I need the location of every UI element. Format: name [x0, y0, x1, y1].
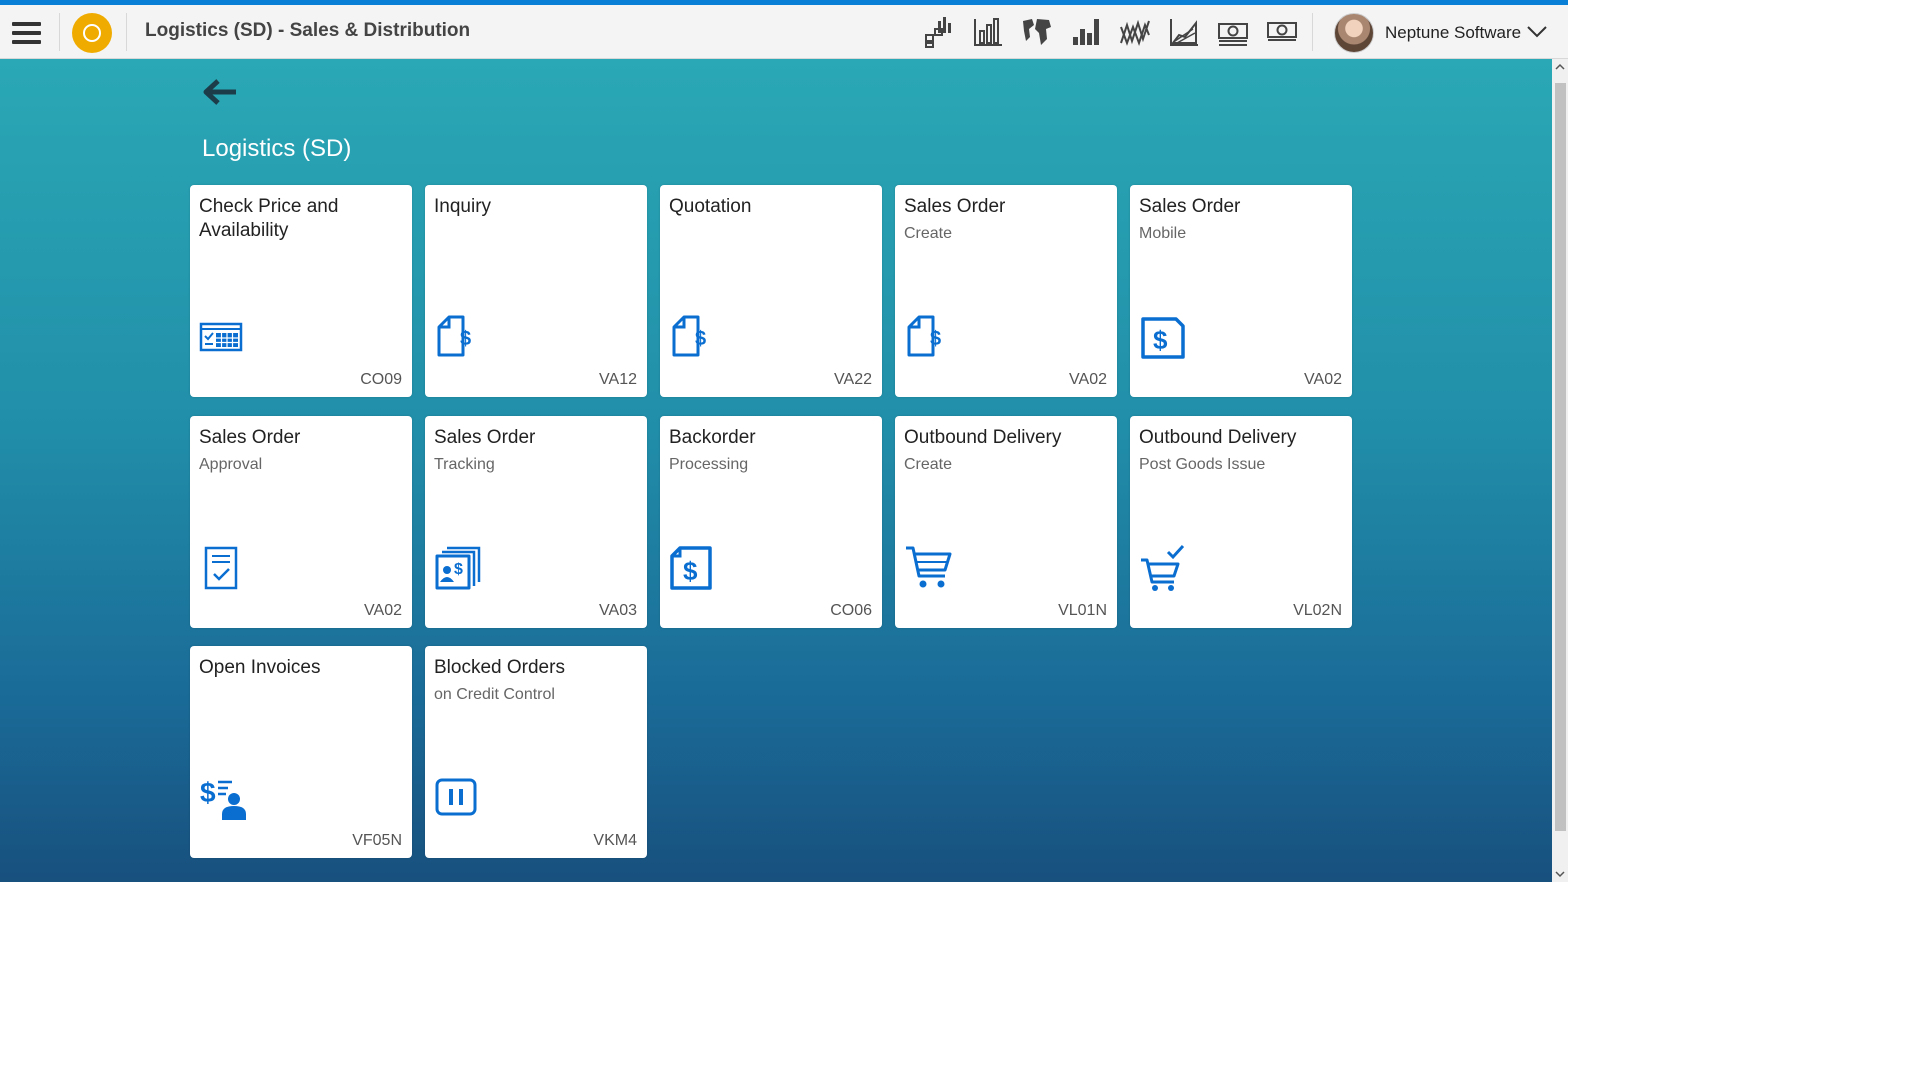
shell-header: Logistics (SD) - Sales & Distribution Ne… — [0, 5, 1568, 59]
document-dollar-icon: $ — [672, 315, 706, 357]
tile-title: Check Price and Availability — [199, 196, 339, 241]
tile-title: Blocked Orders — [434, 657, 565, 678]
launchpad-content: Logistics (SD) Check Price and Availabil… — [0, 59, 1552, 882]
svg-text:$: $ — [1153, 325, 1168, 355]
area-chart-icon[interactable] — [1167, 15, 1201, 49]
document-dollar-icon: $ — [907, 315, 941, 357]
cart-icon — [906, 546, 952, 588]
svg-text:$: $ — [930, 328, 941, 350]
scroll-up-icon[interactable] — [1555, 62, 1565, 72]
tile-code: VA12 — [599, 371, 637, 388]
line-chart-icon[interactable] — [1118, 15, 1152, 49]
tile-title: Outbound Delivery — [1139, 427, 1297, 448]
tile-subtitle: Approval — [199, 456, 263, 473]
pause-icon — [435, 778, 477, 816]
money-icon[interactable] — [1216, 15, 1250, 49]
tile-outbound-delivery-pgi[interactable]: Outbound Delivery Post Goods Issue VL02N — [1130, 416, 1352, 628]
tile-code: VA02 — [1069, 371, 1107, 388]
money-bill-icon[interactable] — [1265, 15, 1299, 49]
vertical-scrollbar[interactable] — [1552, 59, 1568, 882]
tile-blocked-orders[interactable]: Blocked Orders on Credit Control VKM4 — [425, 646, 647, 858]
tile-code: VA02 — [364, 602, 402, 619]
tile-code: VA02 — [1304, 371, 1342, 388]
svg-text:$: $ — [460, 328, 471, 350]
tile-code: VL02N — [1293, 602, 1342, 619]
tile-subtitle: Create — [904, 456, 953, 473]
tile-subtitle: Processing — [669, 456, 749, 473]
tile-sales-order-tracking[interactable]: Sales Order Tracking $ VA03 — [425, 416, 647, 628]
tile-title: Sales Order — [904, 196, 1006, 217]
tile-title: Quotation — [669, 196, 752, 217]
tile-title: Open Invoices — [199, 657, 321, 678]
tile-title: Backorder — [669, 427, 756, 448]
chart-grid-icon[interactable] — [922, 15, 956, 49]
tile-backorder-processing[interactable]: Backorder Processing $ CO06 — [660, 416, 882, 628]
tile-quotation[interactable]: Quotation $ VA22 — [660, 185, 882, 397]
tile-title: Sales Order — [1139, 196, 1241, 217]
tile-code: VL01N — [1058, 602, 1107, 619]
tile-code: VA22 — [834, 371, 872, 388]
tile-code: CO06 — [830, 602, 872, 619]
tile-subtitle: on Credit Control — [434, 686, 555, 703]
tile-code: VF05N — [352, 832, 402, 849]
map-chart-icon[interactable] — [1020, 15, 1054, 49]
tile-title: Inquiry — [434, 196, 492, 217]
tile-subtitle: Create — [904, 225, 953, 242]
invoice-person-icon: $ — [200, 777, 246, 820]
section-title: Logistics (SD) — [202, 135, 352, 162]
tile-inquiry[interactable]: Inquiry $ VA12 — [425, 185, 647, 397]
tile-title: Outbound Delivery — [904, 427, 1062, 448]
tile-code: VA03 — [599, 602, 637, 619]
scroll-down-icon[interactable] — [1555, 869, 1565, 879]
tile-sales-order-approval[interactable]: Sales Order Approval VA02 — [190, 416, 412, 628]
tile-sales-order-create[interactable]: Sales Order Create $ VA02 — [895, 185, 1117, 397]
scrollbar-thumb[interactable] — [1555, 83, 1566, 831]
tracking-documents-icon: $ — [435, 546, 481, 590]
document-dollar-icon: $ — [437, 315, 471, 357]
sales-document-icon: $ — [1141, 317, 1185, 359]
tile-check-price[interactable]: Check Price and Availability CO09 — [190, 185, 412, 397]
tile-open-invoices[interactable]: Open Invoices $ VF05N — [190, 646, 412, 858]
tile-subtitle: Tracking — [434, 456, 495, 473]
svg-text:$: $ — [454, 561, 463, 578]
tile-code: CO09 — [360, 371, 402, 388]
tile-subtitle: Post Goods Issue — [1139, 456, 1266, 473]
svg-text:$: $ — [683, 556, 698, 586]
tile-outbound-delivery-create[interactable]: Outbound Delivery Create VL01N — [895, 416, 1117, 628]
sales-document-icon: $ — [670, 546, 712, 590]
avatar — [1334, 13, 1374, 53]
column-chart-icon[interactable] — [1069, 15, 1103, 49]
user-name: Neptune Software — [1385, 23, 1522, 42]
chevron-down-icon — [1527, 26, 1547, 38]
bar-chart-icon[interactable] — [971, 15, 1005, 49]
header-divider — [59, 13, 60, 51]
tile-sales-order-mobile[interactable]: Sales Order Mobile $ VA02 — [1130, 185, 1352, 397]
menu-icon[interactable] — [12, 22, 41, 44]
calendar-check-icon — [199, 322, 243, 352]
header-divider — [126, 13, 127, 51]
tile-code: VKM4 — [593, 832, 637, 849]
approval-document-icon — [204, 546, 238, 590]
cart-check-icon — [1141, 544, 1185, 591]
header-divider — [1312, 13, 1313, 51]
tile-subtitle: Mobile — [1139, 225, 1187, 242]
svg-text:$: $ — [695, 328, 706, 350]
app-title: Logistics (SD) - Sales & Distribution — [145, 20, 471, 41]
svg-text:$: $ — [200, 777, 216, 808]
company-logo[interactable] — [72, 13, 112, 53]
tile-title: Sales Order — [199, 427, 301, 448]
back-arrow-icon[interactable] — [200, 77, 240, 107]
tile-title: Sales Order — [434, 427, 536, 448]
